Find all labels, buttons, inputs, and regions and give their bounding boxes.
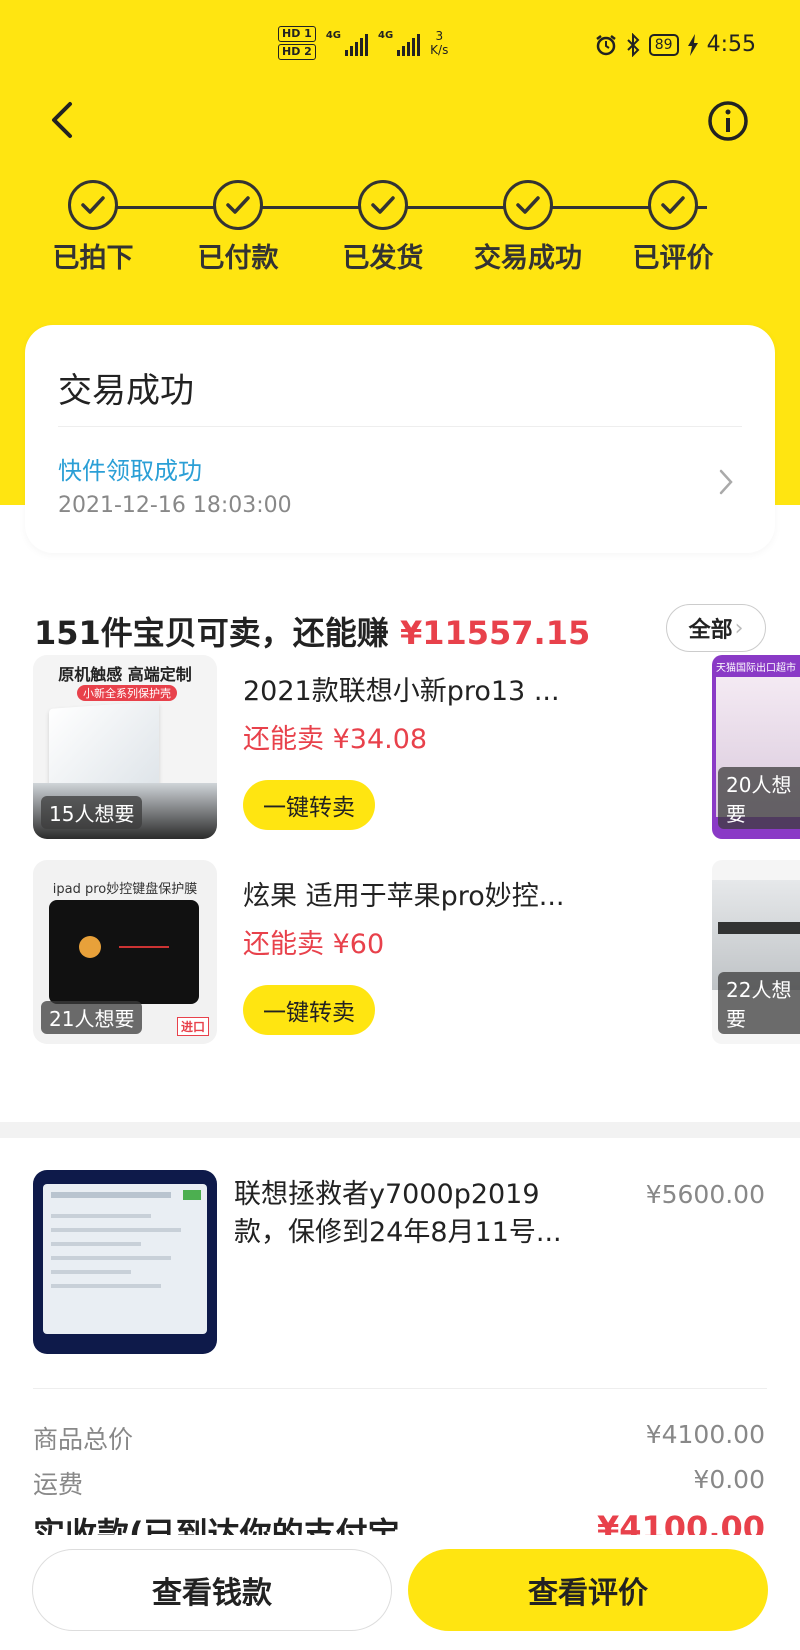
hd2-badge: HD 2 <box>278 44 316 60</box>
thumb-caption: 原机触感 高端定制 <box>58 665 192 684</box>
progress-step: 交易成功 <box>458 180 598 275</box>
order-status-title: 交易成功 <box>58 371 194 411</box>
product-image[interactable]: ipad pro妙控键盘保护膜 21人想要 进口 <box>33 860 217 1044</box>
step-label: 已评价 <box>632 243 714 274</box>
check-icon <box>68 180 118 230</box>
price-row-value: ¥4100.00 <box>645 1420 765 1449</box>
step-label: 已发货 <box>342 243 424 274</box>
view-all-button[interactable]: 全部 › <box>666 604 766 652</box>
step-label: 已付款 <box>197 243 279 274</box>
order-product-title[interactable]: 联想拯救者y7000p2019款，保修到24年8月11号... <box>234 1176 584 1252</box>
bluetooth-icon <box>627 32 640 57</box>
speed-value: 3 <box>435 29 444 43</box>
chevron-right-icon <box>719 469 733 495</box>
product-title[interactable]: 炫果 适用于苹果pro妙控... <box>243 874 603 913</box>
screen-content <box>43 1184 207 1334</box>
section-separator <box>0 1122 800 1138</box>
resell-item[interactable]: 原机触感 高端定制 小新全系列保护壳 15人想要 2021款联想小新pro13 … <box>33 655 673 839</box>
resell-price: 还能卖 ¥60 <box>243 929 385 960</box>
resell-price: 还能卖 ¥34.08 <box>243 724 428 755</box>
next-resell-item-peek[interactable]: 22人想要 <box>712 860 800 1044</box>
charging-icon <box>687 33 698 56</box>
resell-amount: ¥11557.15 <box>399 614 591 652</box>
info-icon[interactable] <box>706 99 750 143</box>
chevron-right-icon: › <box>734 615 744 641</box>
product-image[interactable]: 原机触感 高端定制 小新全系列保护壳 15人想要 <box>33 655 217 839</box>
order-product-image[interactable] <box>33 1170 217 1354</box>
divider <box>33 1388 767 1389</box>
check-icon <box>213 180 263 230</box>
speed-unit: K/s <box>430 43 449 57</box>
hd1-badge: HD 1 <box>278 26 316 42</box>
order-progress: 已拍下 已付款 已发货 交易成功 已评价 <box>0 180 800 280</box>
battery-icon: 89 <box>648 33 679 56</box>
progress-step: 已发货 <box>313 180 453 275</box>
order-product-price: ¥5600.00 <box>645 1180 765 1209</box>
screen-line <box>51 1270 131 1274</box>
price-row-label: 运费 <box>33 1470 84 1499</box>
check-icon <box>648 180 698 230</box>
screen-line <box>51 1192 171 1198</box>
received-amount-value: ¥4100.00 <box>596 1515 765 1535</box>
order-status-card[interactable]: 交易成功 快件领取成功 2021-12-16 18:03:00 <box>25 325 775 553</box>
tablet-art <box>79 936 101 958</box>
resell-item[interactable]: ipad pro妙控键盘保护膜 21人想要 进口 炫果 适用于苹果pro妙控..… <box>33 860 673 1044</box>
tablet-art-line <box>119 946 169 948</box>
view-money-button[interactable]: 查看钱款 <box>32 1549 392 1631</box>
progress-step: 已评价 <box>603 180 743 275</box>
network-type-1: 4G <box>325 30 341 41</box>
screen-line <box>51 1228 181 1232</box>
screen-line <box>51 1284 161 1288</box>
tablet-shape <box>49 900 199 1004</box>
thumb-caption: ipad pro妙控键盘保护膜 <box>52 882 198 897</box>
one-click-resell-button[interactable]: 一键转卖 <box>243 780 375 830</box>
screen-line <box>51 1256 171 1260</box>
signal-icon-1: 4G <box>326 30 368 56</box>
thumb-tag: 小新全系列保护壳 <box>77 685 177 701</box>
divider <box>58 426 742 427</box>
resell-headline-text: 151件宝贝可卖，还能赚 <box>34 614 400 652</box>
check-icon <box>503 180 553 230</box>
network-indicators: HD 1 HD 2 4G 4G 3 K/s <box>278 26 448 60</box>
clock: 4:55 <box>706 32 756 57</box>
hd-indicators: HD 1 HD 2 <box>278 26 316 60</box>
signal-icon-2: 4G <box>378 30 421 56</box>
progress-step: 已付款 <box>168 180 308 275</box>
step-label: 交易成功 <box>474 243 582 274</box>
logistics-time: 2021-12-16 18:03:00 <box>58 493 292 518</box>
bottom-action-bar: 查看钱款 查看评价 <box>0 1535 800 1650</box>
screen-button <box>183 1190 201 1200</box>
want-count-badge: 21人想要 <box>41 1001 143 1034</box>
product-title[interactable]: 2021款联想小新pro13 ... <box>243 669 603 708</box>
received-amount-row: 实收款(已到达你的支付宝1381****523) ¥4100.00 <box>33 1515 765 1535</box>
resell-headline: 151件宝贝可卖，还能赚 ¥11557.15 <box>34 608 590 654</box>
import-badge: 进口 <box>176 1017 209 1036</box>
want-count-badge: 22人想要 <box>718 972 800 1034</box>
one-click-resell-button[interactable]: 一键转卖 <box>243 985 375 1035</box>
check-icon <box>358 180 408 230</box>
status-right: 89 4:55 <box>595 32 756 57</box>
status-bar: HD 1 HD 2 4G 4G 3 K/s 89 4:55 <box>0 0 800 90</box>
alarm-icon <box>596 34 616 55</box>
view-review-button[interactable]: 查看评价 <box>408 1549 768 1631</box>
progress-step: 已拍下 <box>23 180 163 275</box>
screen-line <box>51 1242 141 1246</box>
peek-banner: 天猫国际出口超市 <box>716 663 796 674</box>
logistics-status: 快件领取成功 <box>58 457 202 485</box>
next-resell-item-peek[interactable]: 天猫国际出口超市 20人想要 <box>712 655 800 839</box>
network-type-2: 4G <box>378 30 394 41</box>
step-label: 已拍下 <box>52 243 134 274</box>
price-row-label: 商品总价 <box>33 1425 134 1454</box>
want-count-badge: 15人想要 <box>41 796 143 829</box>
received-amount-label: 实收款(已到达你的支付宝1381****523) <box>33 1515 400 1535</box>
view-all-label: 全部 <box>688 618 733 643</box>
back-icon[interactable] <box>44 96 80 144</box>
peek-device <box>718 922 800 934</box>
price-row: 商品总价 ¥4100.00 <box>33 1420 765 1456</box>
screen-line <box>51 1214 151 1218</box>
network-speed: 3 K/s <box>430 29 448 57</box>
want-count-badge: 20人想要 <box>718 767 800 829</box>
price-row-value: ¥0.00 <box>693 1465 765 1494</box>
price-row: 运费 ¥0.00 <box>33 1465 765 1501</box>
